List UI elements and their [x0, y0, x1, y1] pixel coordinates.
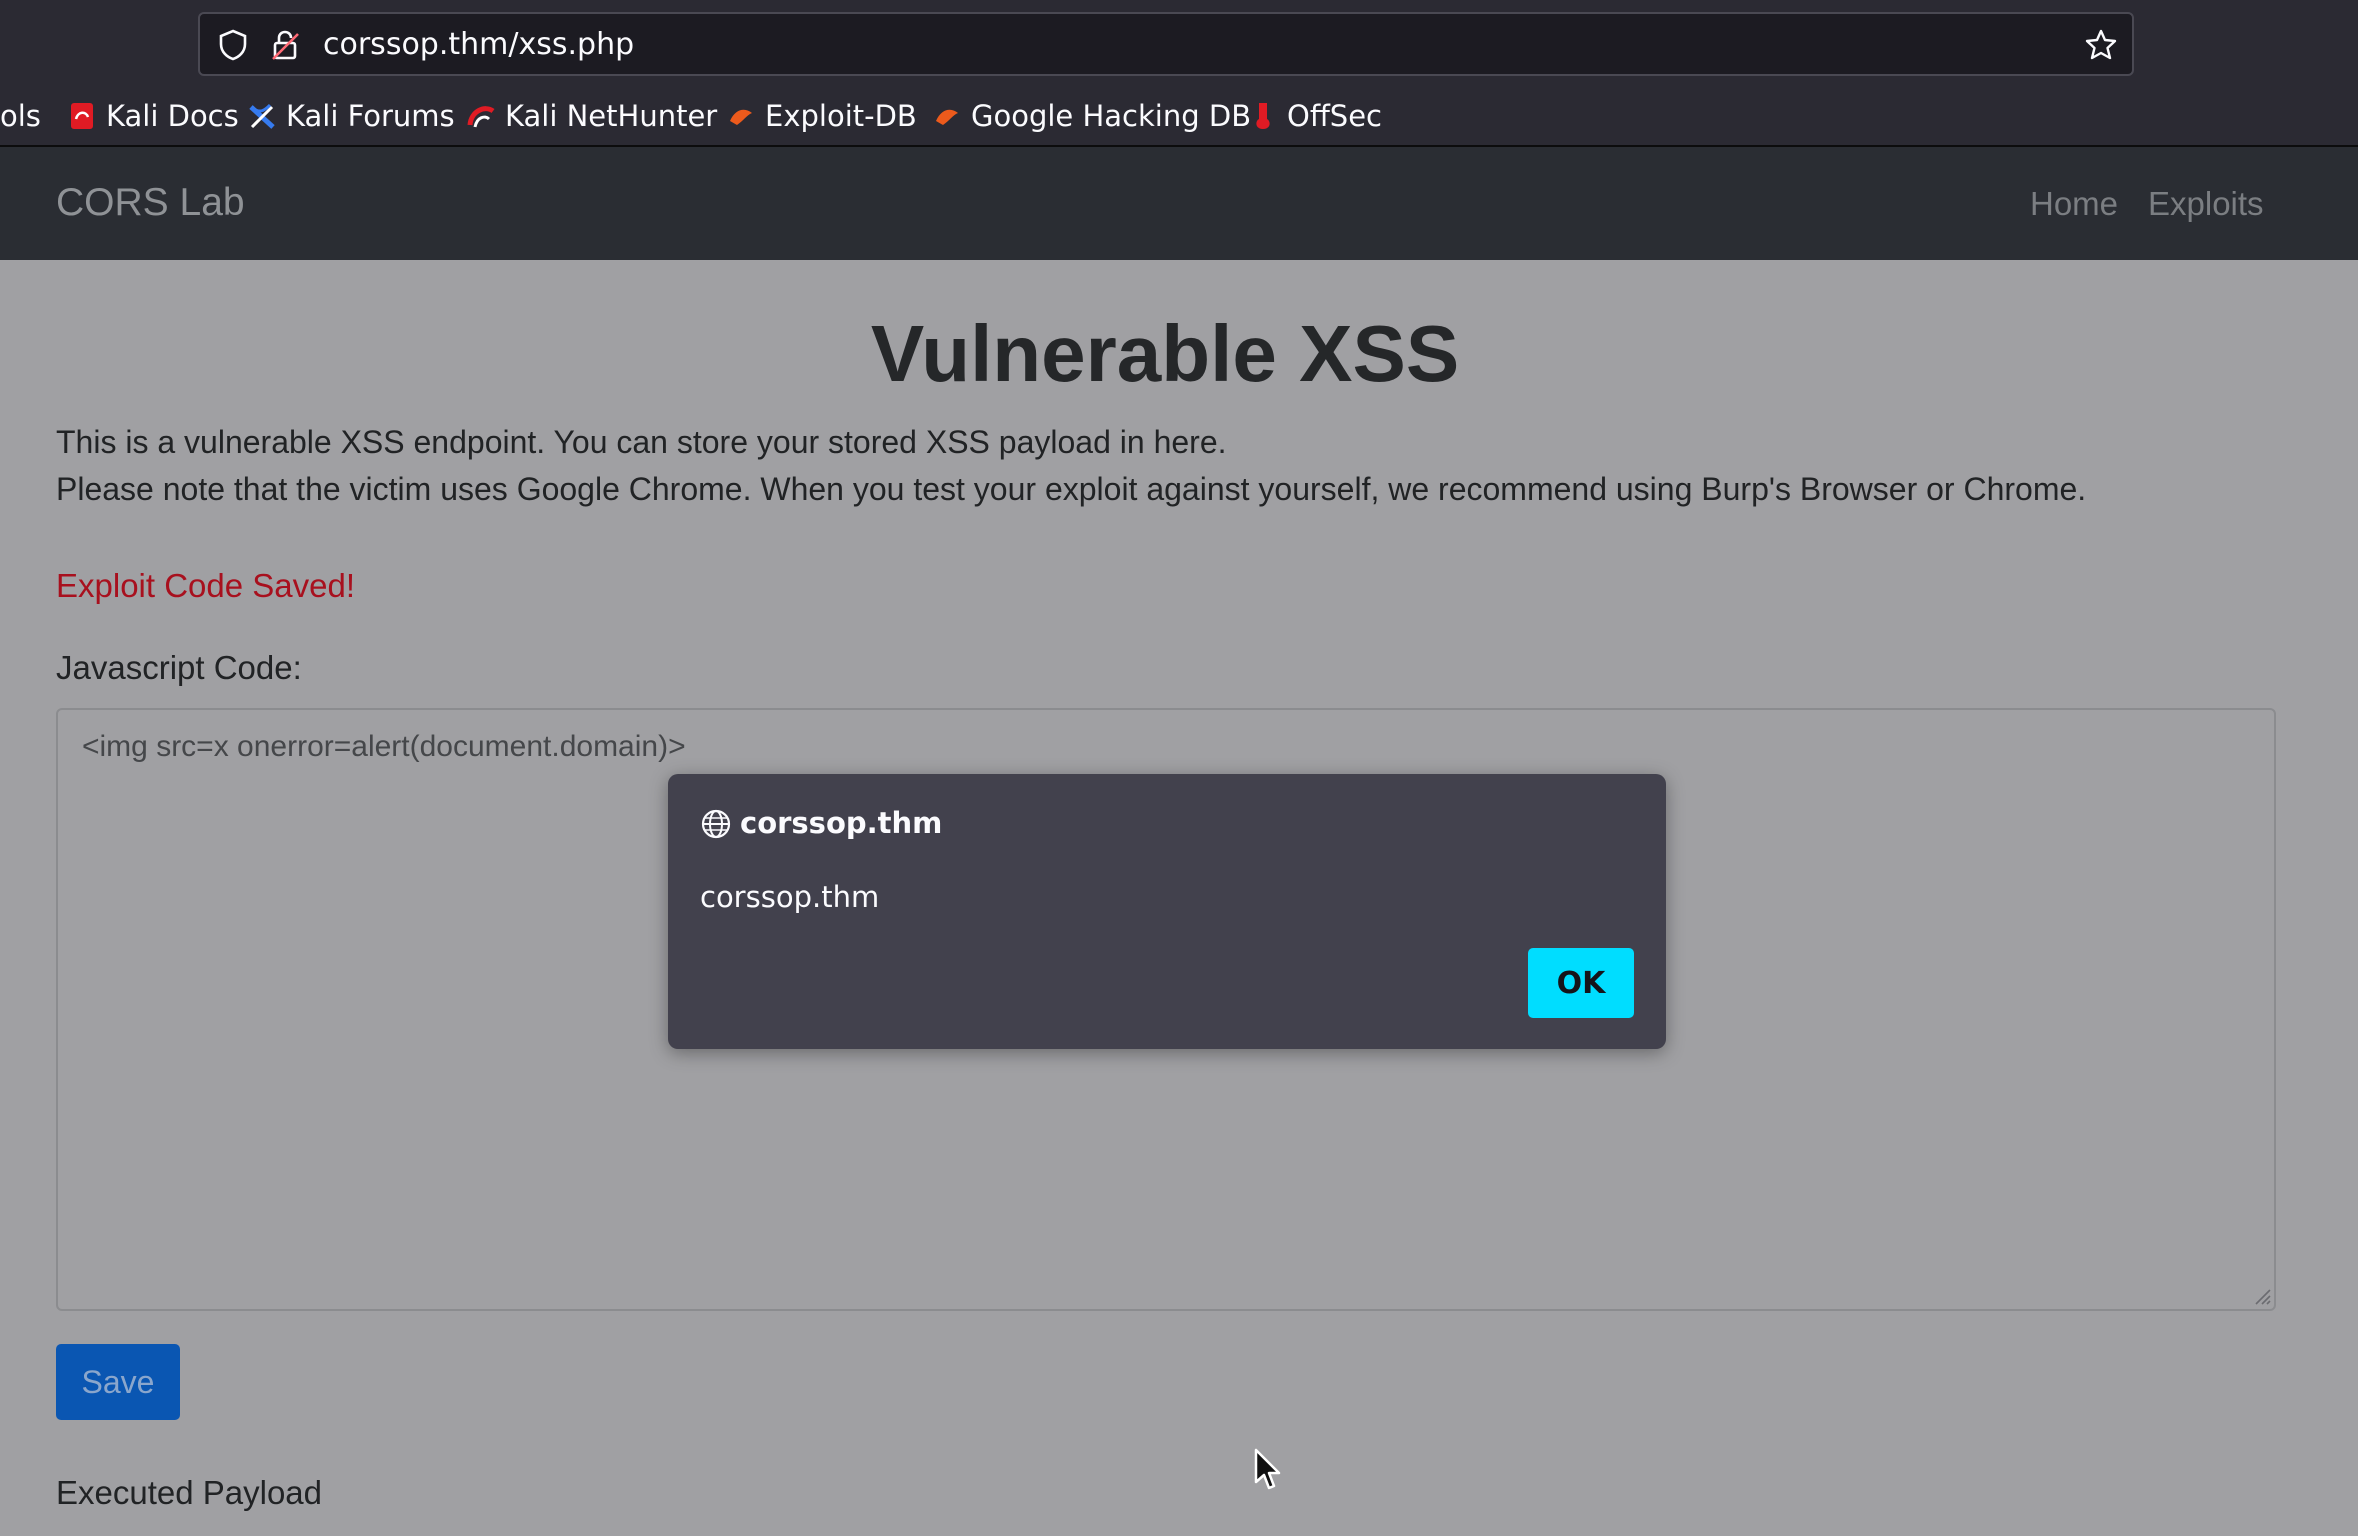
site-navbar: CORS Lab Home Exploits: [0, 147, 2358, 260]
nav-link-exploits[interactable]: Exploits: [2148, 185, 2264, 223]
resize-grip-icon[interactable]: [2252, 1286, 2272, 1306]
bookmark-label: Kali NetHunter: [505, 99, 718, 133]
address-bar[interactable]: corssop.thm/xss.php: [198, 12, 2134, 76]
browser-chrome: corssop.thm/xss.php ols Kali Docs Kali F…: [0, 0, 2358, 147]
bookmark-label: Kali Docs: [106, 99, 239, 133]
bookmark-label: Exploit-DB: [765, 99, 917, 133]
description-line-1: This is a vulnerable XSS endpoint. You c…: [56, 424, 1227, 460]
bookmark-exploit-db[interactable]: Exploit-DB: [727, 90, 917, 142]
alert-dialog: corssop.thm corssop.thm OK: [668, 774, 1666, 1049]
bookmark-label: ols: [0, 99, 41, 133]
bookmark-label: OffSec: [1287, 99, 1383, 133]
bookmark-label: Google Hacking DB: [971, 99, 1252, 133]
bookmark-tools[interactable]: ols: [0, 90, 41, 142]
bookmark-kali-nethunter[interactable]: Kali NetHunter: [467, 90, 717, 142]
bookmark-ghdb[interactable]: Google Hacking DB: [933, 90, 1251, 142]
ok-button[interactable]: OK: [1528, 948, 1634, 1018]
globe-icon: [701, 809, 731, 839]
exploit-db-icon: [730, 109, 752, 125]
page-title: Vulnerable XSS: [870, 309, 1460, 398]
url-text[interactable]: corssop.thm/xss.php: [323, 28, 634, 62]
kali-docs-icon: [71, 103, 93, 129]
save-button[interactable]: Save: [56, 1344, 180, 1420]
insecure-lock-icon[interactable]: [268, 28, 302, 62]
alert-message: corssop.thm: [700, 880, 880, 914]
code-label: Javascript Code:: [56, 649, 302, 686]
mouse-cursor-icon: [1254, 1448, 1281, 1490]
status-message: Exploit Code Saved!: [56, 567, 356, 604]
bookmarks-toolbar: ols Kali Docs Kali Forums Kali NetHunter: [0, 90, 2358, 142]
kali-forums-icon: [249, 103, 275, 129]
navbar-brand[interactable]: CORS Lab: [56, 181, 245, 225]
description-line-2: Please note that the victim uses Google …: [56, 471, 2087, 507]
bookmark-label: Kali Forums: [286, 99, 455, 133]
bookmark-star-icon[interactable]: [2084, 28, 2118, 62]
alert-origin: corssop.thm: [740, 806, 943, 840]
kali-nethunter-icon: [467, 106, 495, 128]
ghdb-icon: [936, 109, 958, 125]
nav-link-home[interactable]: Home: [2030, 185, 2118, 223]
bookmark-offsec[interactable]: OffSec: [1249, 90, 1382, 142]
offsec-icon: [1256, 103, 1270, 129]
shield-icon[interactable]: [216, 28, 250, 62]
executed-payload-heading: Executed Payload: [56, 1474, 323, 1511]
bookmark-kali-docs[interactable]: Kali Docs: [68, 90, 239, 142]
bookmark-kali-forums[interactable]: Kali Forums: [248, 90, 455, 142]
